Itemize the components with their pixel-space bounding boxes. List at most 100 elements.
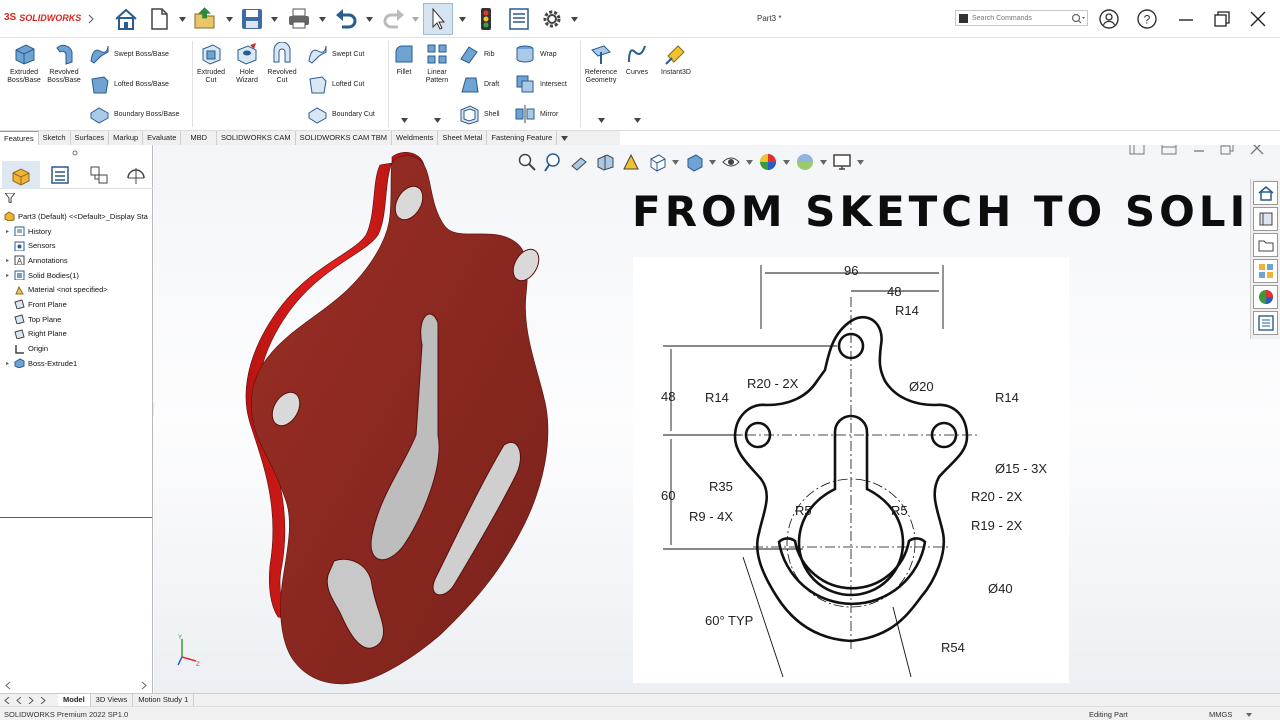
chevron-down-icon[interactable] [820, 159, 827, 165]
lofted-boss-button[interactable]: Lofted Boss/Base [88, 73, 169, 95]
undo-button[interactable] [330, 3, 362, 35]
first-tab-icon[interactable] [4, 696, 10, 704]
tab-property-manager[interactable] [41, 161, 79, 189]
boundary-cut-button[interactable]: Boundary Cut [306, 103, 375, 125]
minimize-button[interactable] [1174, 7, 1198, 31]
solidworks-logo[interactable]: 3S SOLIDWORKS [4, 12, 81, 23]
home-button[interactable] [110, 3, 142, 35]
options-button[interactable] [536, 3, 568, 35]
viewport-tile-icon[interactable] [1128, 145, 1146, 157]
apply-scene-button[interactable] [794, 151, 816, 173]
file-properties-button[interactable] [503, 3, 535, 35]
chevron-down-icon[interactable] [179, 17, 186, 22]
tree-item-annotations[interactable]: ▸ A Annotations [0, 253, 153, 268]
tab-solidworks-cam[interactable]: SOLIDWORKS CAM [217, 131, 296, 145]
redo-button[interactable] [378, 3, 410, 35]
tab-3d-views[interactable]: 3D Views [91, 694, 134, 706]
search-commands-box[interactable] [955, 10, 1088, 26]
status-units[interactable]: MMGS [1209, 710, 1232, 719]
tab-feature-manager[interactable] [2, 161, 40, 189]
view-settings-button[interactable] [831, 151, 853, 173]
tab-evaluate[interactable]: Evaluate [143, 131, 182, 145]
wrap-button[interactable]: Wrap [514, 43, 557, 65]
last-tab-icon[interactable] [40, 696, 46, 704]
expand-arrow-icon[interactable]: ▸ [4, 228, 11, 235]
tab-motion-study-1[interactable]: Motion Study 1 [133, 694, 195, 706]
extruded-boss-button[interactable]: Extruded Boss/Base [2, 42, 46, 85]
chevron-down-icon[interactable] [226, 17, 233, 22]
tab-features[interactable]: Features [0, 131, 39, 145]
rollback-bar[interactable] [0, 517, 152, 518]
tab-surfaces[interactable]: Surfaces [71, 131, 110, 145]
scroll-right-icon[interactable] [141, 682, 147, 689]
open-button[interactable] [189, 3, 221, 35]
reference-geometry-button[interactable]: Reference Geometry [582, 42, 620, 85]
tab-sketch[interactable]: Sketch [39, 131, 71, 145]
tab-sheet-metal[interactable]: Sheet Metal [438, 131, 488, 145]
filter-icon[interactable] [5, 193, 15, 203]
tree-item-material[interactable]: Material <not specified> [0, 282, 153, 297]
lofted-cut-button[interactable]: Lofted Cut [306, 73, 364, 95]
linear-pattern-button[interactable]: Linear Pattern [420, 42, 454, 85]
rebuild-button[interactable] [470, 3, 502, 35]
hole-wizard-button[interactable]: Hole Wizard [230, 42, 264, 85]
tab-configuration-manager[interactable] [80, 161, 118, 189]
viewport-split-icon[interactable] [1160, 145, 1178, 157]
tab-markup[interactable]: Markup [109, 131, 144, 145]
revolved-cut-button[interactable]: Revolved Cut [264, 42, 300, 85]
chevron-down-icon[interactable] [459, 17, 466, 22]
tree-item-boss-extrude1[interactable]: ▸ Boss-Extrude1 [0, 356, 153, 371]
previous-view-button[interactable] [568, 151, 590, 173]
dynamic-annotation-button[interactable] [620, 151, 642, 173]
design-library-tab[interactable] [1253, 207, 1278, 231]
appearances-tab[interactable] [1253, 285, 1278, 309]
chevron-down-icon[interactable] [709, 159, 716, 165]
chevron-down-icon[interactable] [434, 118, 441, 123]
mirror-button[interactable]: Mirror [514, 103, 558, 125]
new-document-button[interactable] [143, 3, 175, 35]
tab-fastening-feature[interactable]: Fastening Feature [487, 131, 558, 145]
instant3d-button[interactable]: Instant3D [656, 42, 696, 77]
prev-tab-icon[interactable] [16, 696, 22, 704]
tree-item-solid-bodies[interactable]: ▸ Solid Bodies(1) [0, 268, 153, 283]
curves-button[interactable]: Curves [622, 42, 652, 77]
chevron-down-icon[interactable] [319, 17, 326, 22]
extruded-cut-button[interactable]: Extruded Cut [194, 42, 228, 85]
swept-cut-button[interactable]: Swept Cut [306, 43, 364, 65]
edit-appearance-button[interactable] [757, 151, 779, 173]
tab-model[interactable]: Model [58, 694, 91, 706]
search-input[interactable] [972, 12, 1066, 25]
chevron-down-icon[interactable] [271, 17, 278, 22]
chevron-down-icon[interactable] [672, 159, 679, 165]
revolved-boss-button[interactable]: Revolved Boss/Base [44, 42, 84, 85]
shell-button[interactable]: Shell [458, 103, 500, 125]
rib-button[interactable]: Rib [458, 43, 495, 65]
panel-grip-icon[interactable] [72, 150, 78, 156]
section-view-button[interactable] [594, 151, 616, 173]
search-icon[interactable] [1071, 13, 1085, 24]
hide-show-items-button[interactable] [720, 151, 742, 173]
menu-expand-icon[interactable] [88, 14, 94, 24]
chevron-down-icon[interactable] [401, 118, 408, 123]
help-button[interactable]: ? [1135, 7, 1159, 31]
zoom-to-area-button[interactable] [542, 151, 564, 173]
print-button[interactable] [283, 3, 315, 35]
solidworks-resources-tab[interactable] [1253, 181, 1278, 205]
viewport-minimize-icon[interactable] [1190, 145, 1208, 157]
chevron-down-icon[interactable] [366, 17, 373, 22]
boundary-boss-button[interactable]: Boundary Boss/Base [88, 103, 179, 125]
intersect-button[interactable]: Intersect [514, 73, 567, 95]
user-account-button[interactable] [1097, 7, 1121, 31]
restore-button[interactable] [1210, 7, 1234, 31]
chevron-down-icon[interactable] [783, 159, 790, 165]
tab-mbd[interactable]: MBD [181, 131, 218, 145]
tree-root-part[interactable]: Part3 (Default) <<Default>_Display Sta [0, 209, 153, 224]
chevron-down-icon[interactable] [598, 118, 605, 123]
expand-arrow-icon[interactable]: ▸ [4, 257, 11, 264]
tree-item-front-plane[interactable]: Front Plane [0, 297, 153, 312]
next-tab-icon[interactable] [28, 696, 34, 704]
tree-item-sensors[interactable]: Sensors [0, 238, 153, 253]
viewport-restore-icon[interactable] [1218, 145, 1236, 157]
chevron-down-icon[interactable] [412, 17, 419, 22]
tab-weldments[interactable]: Weldments [392, 131, 439, 145]
